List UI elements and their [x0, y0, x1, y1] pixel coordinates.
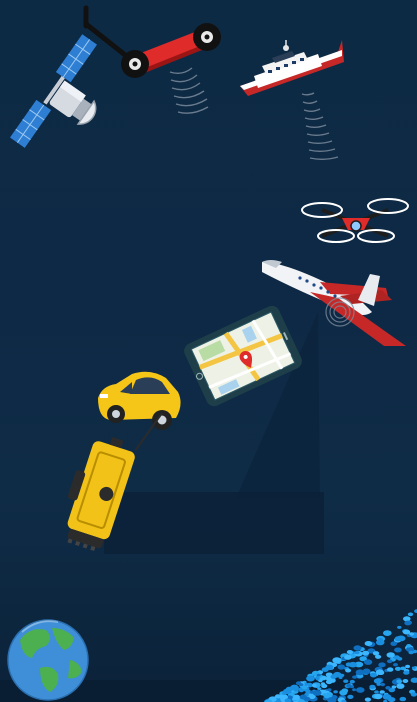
data-point	[405, 664, 411, 669]
data-point	[339, 689, 348, 696]
data-point	[378, 662, 386, 668]
data-point	[363, 659, 373, 665]
data-point	[391, 685, 397, 689]
satellite-icon	[9, 34, 98, 148]
data-point	[373, 678, 382, 684]
data-point	[407, 612, 414, 617]
data-point	[347, 694, 354, 700]
data-point	[299, 694, 307, 700]
data-point	[346, 684, 352, 688]
data-point	[337, 664, 346, 670]
data-point	[352, 675, 357, 679]
data-point	[394, 647, 402, 653]
data-point	[333, 671, 342, 678]
data-point	[355, 669, 365, 676]
data-point	[386, 659, 393, 664]
data-point	[283, 688, 292, 695]
data-point	[396, 679, 403, 684]
data-point	[306, 675, 315, 682]
data-point	[344, 654, 352, 660]
data-point	[322, 693, 328, 697]
data-point	[325, 679, 333, 685]
data-point	[343, 679, 349, 683]
car-icon	[98, 371, 181, 430]
data-point	[387, 697, 396, 702]
data-point	[396, 683, 405, 689]
data-point	[317, 687, 322, 690]
data-points-icon	[263, 609, 417, 702]
data-point	[369, 684, 376, 689]
data-point	[386, 652, 395, 658]
data-point	[383, 630, 392, 636]
data-point	[349, 679, 355, 684]
data-point	[380, 682, 386, 687]
data-point	[409, 632, 415, 636]
data-point	[354, 651, 360, 655]
data-point	[293, 694, 300, 700]
data-point	[352, 688, 357, 692]
data-point	[333, 690, 338, 694]
data-point	[370, 672, 377, 678]
data-point	[345, 668, 352, 673]
data-point	[404, 620, 412, 626]
boat-icon	[240, 40, 344, 160]
data-point	[346, 650, 353, 655]
scene-svg	[7, 5, 417, 702]
data-point	[408, 650, 414, 655]
data-point	[394, 666, 402, 671]
data-point	[364, 697, 371, 702]
data-point	[362, 650, 370, 656]
data-point	[353, 645, 362, 651]
data-point	[312, 684, 317, 688]
data-point	[397, 625, 402, 629]
data-point	[320, 682, 326, 686]
data-point	[403, 670, 410, 675]
data-point	[393, 663, 398, 667]
data-point	[312, 690, 322, 696]
data-point	[345, 662, 352, 667]
data-point	[385, 686, 391, 690]
data-point	[374, 693, 383, 700]
data-point	[375, 639, 385, 646]
data-point	[406, 644, 412, 648]
data-point	[411, 666, 416, 670]
data-point	[402, 679, 409, 683]
data-point	[399, 696, 407, 702]
illustration-scene	[0, 0, 417, 702]
data-point	[394, 636, 402, 642]
data-point	[377, 670, 385, 675]
data-point	[295, 681, 302, 686]
drone-icon	[301, 198, 409, 243]
data-point	[356, 687, 365, 693]
data-point	[403, 616, 411, 622]
data-point	[374, 690, 379, 694]
scooter-icon	[83, 5, 221, 114]
data-point	[316, 673, 321, 677]
data-point	[332, 657, 342, 664]
data-point	[387, 667, 394, 672]
data-point	[410, 692, 417, 697]
data-point	[402, 629, 411, 635]
data-point	[321, 667, 329, 672]
data-point	[364, 641, 373, 646]
data-point	[410, 677, 417, 683]
data-point	[294, 688, 299, 692]
data-point	[376, 682, 381, 686]
globe-icon	[7, 619, 89, 701]
data-point	[372, 651, 380, 656]
data-point	[280, 694, 287, 700]
data-point	[390, 641, 398, 646]
